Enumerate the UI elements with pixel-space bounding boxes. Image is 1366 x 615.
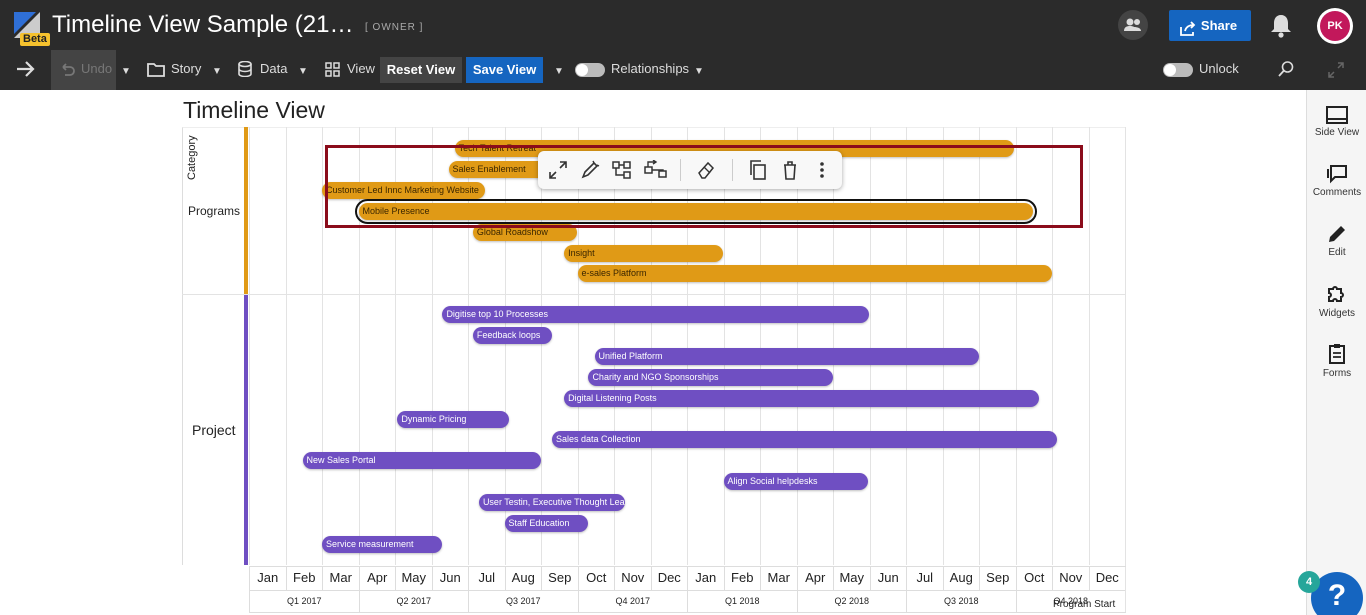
edit-label: Edit <box>1328 247 1346 258</box>
side-view-button[interactable]: Side View <box>1307 106 1366 138</box>
project-bar[interactable]: Digital Listening Posts <box>564 389 1039 407</box>
expand-icon[interactable] <box>548 160 568 180</box>
quarter-label: Q4 2017 <box>577 591 688 613</box>
help-count-badge: 4 <box>1298 571 1320 593</box>
project-bar[interactable]: Align Social helpdesks <box>723 473 869 491</box>
story-dropdown-icon[interactable]: ▼ <box>212 66 222 77</box>
gridline <box>1125 127 1126 613</box>
grid-view-icon[interactable] <box>325 62 340 82</box>
relationships-label[interactable]: Relationships <box>611 61 689 76</box>
arrow-right-icon[interactable] <box>15 59 37 84</box>
relationship-icon[interactable] <box>644 159 667 180</box>
project-lane-bar <box>244 295 248 565</box>
top-bar: Beta Timeline View Sample (21… [ OWNER ]… <box>0 0 1366 50</box>
save-view-dropdown-icon[interactable]: ▼ <box>554 66 564 77</box>
bar-action-toolbar <box>538 151 842 189</box>
share-button[interactable]: Share <box>1169 10 1251 41</box>
quarter-label: Q3 2018 <box>906 591 1016 613</box>
programs-lane-label: Programs <box>188 204 241 218</box>
undo-label: Undo <box>81 61 113 76</box>
gridline <box>285 127 287 565</box>
share-icon <box>1179 17 1197 48</box>
project-bar[interactable]: Service measurement <box>322 535 443 553</box>
undo-icon <box>59 62 75 81</box>
quarter-label: Q2 2018 <box>796 591 907 613</box>
lane-divider <box>182 294 1125 295</box>
edit-style-icon[interactable] <box>580 160 600 180</box>
project-bar[interactable]: Charity and NGO Sponsorships <box>588 368 833 386</box>
data-dropdown-icon[interactable]: ▼ <box>298 66 308 77</box>
comments-button[interactable]: Comments <box>1307 164 1366 198</box>
quarter-label: Q3 2017 <box>468 591 578 613</box>
project-bar[interactable]: Feedback loops <box>472 326 552 344</box>
quarter-label: Q2 2017 <box>358 591 469 613</box>
program-bar[interactable]: Insight <box>564 244 724 262</box>
search-icon[interactable] <box>1277 60 1295 83</box>
project-bar[interactable]: User Testin, Executive Thought Leaders <box>478 494 625 512</box>
pencil-icon <box>1329 226 1345 242</box>
story-icon[interactable] <box>147 63 165 82</box>
chart-title: Timeline View <box>183 97 325 123</box>
story-menu[interactable]: Story <box>171 61 201 76</box>
project-bar[interactable]: Unified Platform <box>594 347 979 365</box>
save-view-button[interactable]: Save View <box>466 57 543 83</box>
beta-badge: Beta <box>20 33 50 46</box>
data-menu[interactable]: Data <box>260 61 287 76</box>
project-bar[interactable]: Sales data Collection <box>551 431 1057 449</box>
notification-bell-icon[interactable] <box>1268 12 1294 45</box>
eraser-icon[interactable] <box>696 160 716 180</box>
more-options-icon[interactable] <box>812 160 832 180</box>
programs-lane-bar <box>244 127 248 294</box>
relationships-toggle[interactable] <box>575 63 605 77</box>
project-bar[interactable]: Dynamic Pricing <box>397 410 510 428</box>
gridline <box>249 127 250 565</box>
toolbar-divider-2 <box>732 159 733 181</box>
side-view-label: Side View <box>1314 127 1360 138</box>
side-view-icon <box>1326 106 1348 124</box>
forms-icon <box>1329 344 1345 364</box>
edit-button[interactable]: Edit <box>1307 224 1366 258</box>
comments-label: Comments <box>1312 187 1362 198</box>
unlock-label[interactable]: Unlock <box>1199 61 1239 76</box>
widgets-label: Widgets <box>1318 308 1356 319</box>
page-title[interactable]: Timeline View Sample (21… <box>52 11 353 39</box>
project-lane-label: Project <box>192 422 236 438</box>
forms-label: Forms <box>1322 368 1352 379</box>
comments-icon <box>1327 165 1347 184</box>
collaborators-icon[interactable] <box>1118 10 1148 40</box>
avatar-initials: PK <box>1320 11 1350 41</box>
database-icon[interactable] <box>238 60 252 82</box>
hierarchy-icon[interactable] <box>612 160 632 180</box>
category-label: Category <box>186 135 198 180</box>
project-bar[interactable]: New Sales Portal <box>302 452 541 470</box>
view-menu[interactable]: View <box>347 61 375 76</box>
project-bar[interactable]: Digitise top 10 Processes <box>442 306 870 323</box>
program-bar[interactable]: e-sales Platform <box>577 265 1052 283</box>
quarter-label: Q1 2017 <box>249 591 359 613</box>
widgets-button[interactable]: Widgets <box>1307 283 1366 319</box>
delete-icon[interactable] <box>780 160 800 180</box>
unlock-toggle[interactable] <box>1163 63 1193 77</box>
project-bar[interactable]: Staff Education <box>504 515 589 532</box>
fullscreen-icon[interactable] <box>1328 62 1344 83</box>
reset-view-button[interactable]: Reset View <box>380 57 462 83</box>
gridline <box>1088 127 1090 565</box>
duplicate-icon[interactable] <box>748 160 768 180</box>
undo-dropdown-icon[interactable]: ▼ <box>121 66 131 77</box>
forms-button[interactable]: Forms <box>1307 343 1366 379</box>
quarter-label: Q1 2018 <box>687 591 797 613</box>
relationships-dropdown-icon[interactable]: ▼ <box>694 66 704 77</box>
side-panel: Side View Comments Edit Widgets Forms <box>1306 90 1366 615</box>
toolbar-divider <box>680 159 681 181</box>
program-start-label: Program Start <box>1053 599 1116 610</box>
role-label: [ OWNER ] <box>365 22 424 33</box>
undo-button[interactable]: Undo <box>51 50 116 90</box>
puzzle-icon <box>1328 286 1344 302</box>
avatar[interactable]: PK <box>1317 8 1353 44</box>
